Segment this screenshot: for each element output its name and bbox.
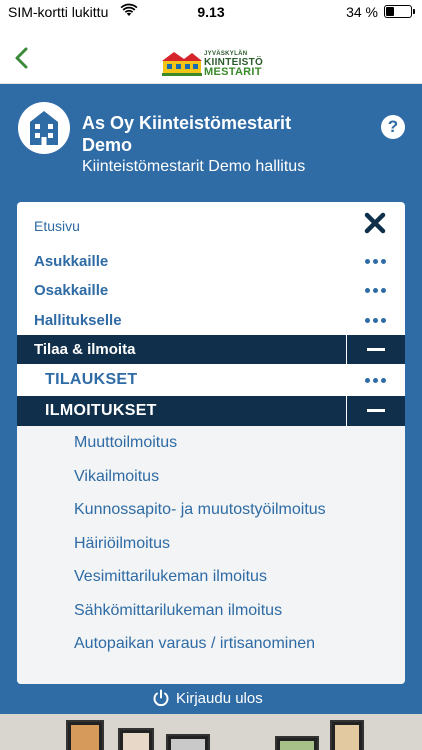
list-item-autopaikka[interactable]: Autopaikan varaus / irtisanominen: [74, 635, 315, 653]
logo-text-line3: MESTARIT: [204, 66, 262, 78]
submenu-label: TILAUKSET: [45, 371, 138, 388]
house-logo-icon: [162, 52, 202, 76]
picture-frame: [330, 720, 364, 750]
battery-percent: 34 %: [346, 4, 378, 20]
nav-bar: JYVÄSKYLÄN KIINTEISTÖ MESTARIT: [0, 24, 422, 84]
logout-bar: Kirjaudu ulos: [0, 684, 422, 714]
menu-item-label: Tilaa & ilmoita: [34, 341, 136, 358]
picture-frame: [66, 720, 104, 750]
ilmoitukset-list: Muuttoilmoitus Vikailmoitus Kunnossapito…: [17, 426, 405, 684]
power-icon: [153, 689, 169, 707]
back-chevron-icon[interactable]: [12, 46, 32, 70]
menu-item-osakkaille[interactable]: Osakkaille: [17, 276, 405, 305]
menu-item-label: Osakkaille: [34, 282, 109, 299]
list-item-vesimittari[interactable]: Vesimittarilukeman ilmoitus: [74, 568, 267, 586]
more-dots-icon[interactable]: [365, 282, 387, 298]
list-item-sahkomittari[interactable]: Sähkömittarilukeman ilmoitus: [74, 602, 282, 620]
status-bar: SIM-kortti lukittu 9.13 34 %: [0, 0, 422, 24]
collapse-minus-icon[interactable]: [367, 348, 385, 351]
organization-subtitle: Kiinteistömestarit Demo hallitus: [82, 158, 306, 175]
submenu-tilaukset[interactable]: TILAUKSET: [17, 365, 405, 395]
more-dots-icon[interactable]: [365, 312, 387, 328]
divider: [346, 335, 347, 364]
battery-icon: [384, 5, 415, 18]
organization-title: As Oy Kiinteistömestarit Demo: [82, 113, 292, 155]
main-content: As Oy Kiinteistömestarit Demo Kiinteistö…: [0, 84, 422, 714]
menu-item-tilaa-ilmoita[interactable]: Tilaa & ilmoita: [17, 335, 405, 364]
help-icon[interactable]: ?: [381, 115, 405, 139]
menu-item-home[interactable]: Etusivu: [34, 218, 80, 234]
navigation-menu: Etusivu Asukkaille Osakkaille Hallitukse…: [17, 202, 405, 684]
app-logo: JYVÄSKYLÄN KIINTEISTÖ MESTARIT: [162, 50, 263, 78]
picture-frame: [275, 736, 319, 750]
menu-item-asukkaille[interactable]: Asukkaille: [17, 247, 405, 276]
more-dots-icon[interactable]: [365, 253, 387, 269]
menu-item-label: Hallitukselle: [34, 312, 122, 329]
list-item-muuttoilmoitus[interactable]: Muuttoilmoitus: [74, 434, 177, 452]
submenu-ilmoitukset[interactable]: ILMOITUKSET: [17, 396, 405, 426]
menu-item-label: Asukkaille: [34, 253, 109, 270]
submenu-label: ILMOITUKSET: [45, 402, 157, 419]
list-item-vikailmoitus[interactable]: Vikailmoitus: [74, 468, 159, 486]
picture-frame: [118, 728, 154, 750]
logout-button[interactable]: Kirjaudu ulos: [152, 689, 263, 707]
photo-wall-background: [0, 714, 422, 750]
picture-frame: [166, 734, 210, 750]
building-avatar: [18, 102, 70, 154]
divider: [346, 396, 347, 426]
building-icon: [30, 111, 58, 145]
menu-item-hallitukselle[interactable]: Hallitukselle: [17, 306, 405, 335]
list-item-hairioilmoitus[interactable]: Häiriöilmoitus: [74, 535, 170, 553]
more-dots-icon[interactable]: [365, 372, 387, 388]
logout-label: Kirjaudu ulos: [176, 689, 263, 707]
list-item-kunnossapito[interactable]: Kunnossapito- ja muutostyöilmoitus: [74, 501, 326, 519]
collapse-minus-icon[interactable]: [367, 409, 385, 412]
close-icon[interactable]: [364, 212, 386, 234]
